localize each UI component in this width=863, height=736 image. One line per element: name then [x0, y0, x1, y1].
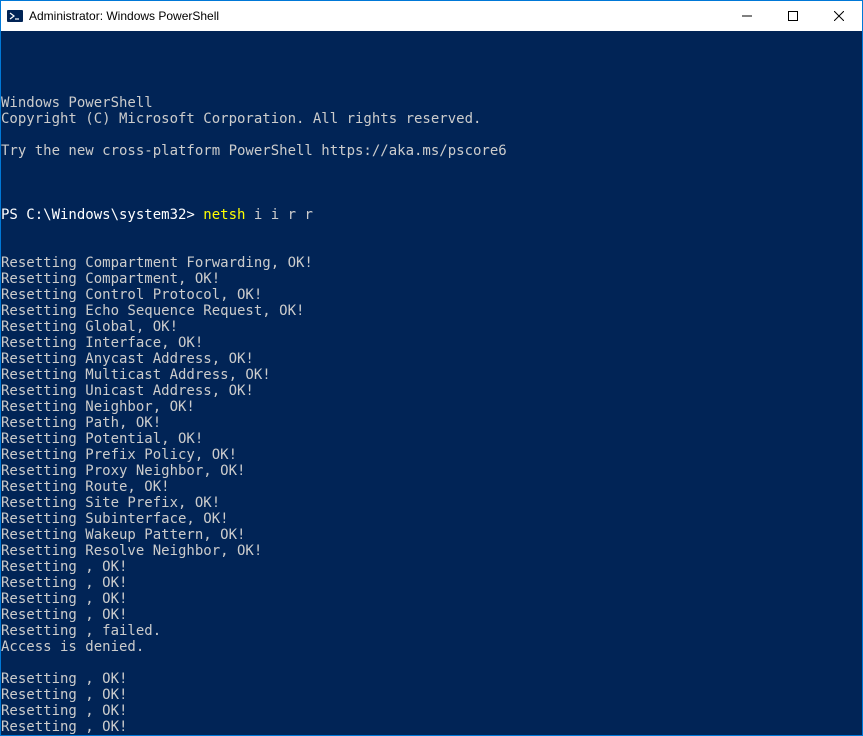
minimize-button[interactable]	[724, 1, 770, 31]
terminal-output-line: Resetting Interface, OK!	[1, 335, 862, 351]
terminal-output-line: Resetting Route, OK!	[1, 479, 862, 495]
terminal-output-line: Resetting , OK!	[1, 687, 862, 703]
powershell-icon	[7, 8, 23, 24]
terminal-output-line: Resetting , OK!	[1, 591, 862, 607]
command-args: i i r r	[245, 207, 312, 223]
terminal-output-line: Resetting , OK!	[1, 703, 862, 719]
powershell-window: Administrator: Windows PowerShell Window…	[0, 0, 863, 736]
terminal-output-line	[1, 159, 862, 175]
terminal-output-line: Try the new cross-platform PowerShell ht…	[1, 143, 862, 159]
window-controls	[724, 1, 862, 31]
terminal-output-line: Resetting , OK!	[1, 671, 862, 687]
terminal-output-line	[1, 655, 862, 671]
terminal-output-line: Resetting , failed.	[1, 623, 862, 639]
terminal-output-line: Resetting Site Prefix, OK!	[1, 495, 862, 511]
close-button[interactable]	[816, 1, 862, 31]
terminal-output-line: Resetting Compartment Forwarding, OK!	[1, 255, 862, 271]
window-titlebar[interactable]: Administrator: Windows PowerShell	[1, 1, 862, 31]
terminal-output-line: Resetting Unicast Address, OK!	[1, 383, 862, 399]
command-name: netsh	[203, 207, 245, 223]
terminal-output-line: Windows PowerShell	[1, 95, 862, 111]
window-title: Administrator: Windows PowerShell	[29, 9, 724, 23]
terminal-output-line: Resetting Neighbor, OK!	[1, 399, 862, 415]
terminal-output-line: Resetting Control Protocol, OK!	[1, 287, 862, 303]
terminal-content: Windows PowerShellCopyright (C) Microsof…	[1, 63, 862, 735]
terminal-output-line: Resetting Potential, OK!	[1, 431, 862, 447]
terminal-output-line: Resetting Proxy Neighbor, OK!	[1, 463, 862, 479]
terminal-output-line: Resetting Anycast Address, OK!	[1, 351, 862, 367]
prompt-line-1: PS C:\Windows\system32> netsh i i r r	[1, 207, 862, 223]
terminal-output-line: Access is denied.	[1, 639, 862, 655]
terminal-area[interactable]: Windows PowerShellCopyright (C) Microsof…	[1, 31, 862, 735]
terminal-output-line: Resetting Resolve Neighbor, OK!	[1, 543, 862, 559]
terminal-output-line: Resetting , OK!	[1, 575, 862, 591]
terminal-output-line: Resetting Path, OK!	[1, 415, 862, 431]
maximize-button[interactable]	[770, 1, 816, 31]
terminal-output-line: Copyright (C) Microsoft Corporation. All…	[1, 111, 862, 127]
terminal-output-line: Resetting Subinterface, OK!	[1, 511, 862, 527]
terminal-output-line: Resetting , OK!	[1, 607, 862, 623]
terminal-output-line: Resetting , OK!	[1, 559, 862, 575]
terminal-output-line: Resetting Prefix Policy, OK!	[1, 447, 862, 463]
terminal-output-line: Resetting Echo Sequence Request, OK!	[1, 303, 862, 319]
prompt-path: PS C:\Windows\system32>	[1, 207, 203, 223]
terminal-output-line: Resetting Multicast Address, OK!	[1, 367, 862, 383]
terminal-output-line: Resetting Compartment, OK!	[1, 271, 862, 287]
terminal-output-line	[1, 127, 862, 143]
terminal-output-line: Resetting , OK!	[1, 719, 862, 735]
terminal-output-line: Resetting Wakeup Pattern, OK!	[1, 527, 862, 543]
terminal-output-line: Resetting Global, OK!	[1, 319, 862, 335]
